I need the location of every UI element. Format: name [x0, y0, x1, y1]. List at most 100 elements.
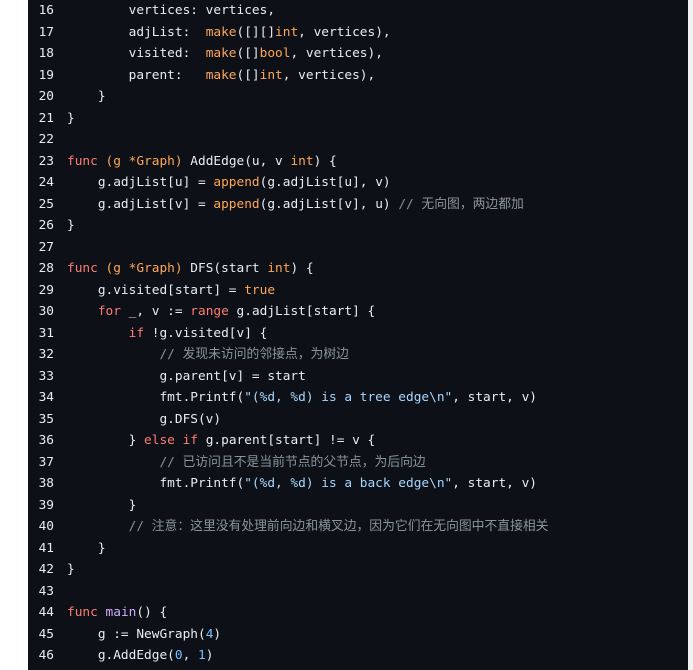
line-number: 34 [38, 390, 54, 405]
code-token: g.adjList[u] = [67, 175, 214, 190]
line-number: 17 [38, 24, 54, 40]
line-number: 30 [38, 304, 54, 319]
code-token: vertices: vertices, [67, 3, 276, 18]
code-line: 20 } [28, 86, 688, 108]
line-number: 31 [38, 325, 54, 341]
code-text: g.DFS(v) [67, 409, 221, 431]
code-token: } [67, 218, 75, 233]
code-text: // 注意：这里没有处理前向边和横叉边，因为它们在无向图中不直接相关 [67, 516, 549, 538]
code-line: 30 for _, v := range g.adjList[start] { [28, 301, 688, 323]
line-number: 44 [38, 605, 54, 620]
line-number: 40 [38, 519, 54, 534]
code-token: ) { [313, 153, 337, 169]
code-line: 27 [28, 237, 688, 259]
code-text: if !g.visited[v] { [67, 323, 268, 345]
line-number: 24 [38, 175, 54, 190]
code-token: ) [205, 648, 214, 663]
code-text: g := NewGraph(4) [67, 624, 221, 646]
code-token: // 注意：这里没有处理前向边和横叉边，因为它们在无向图中不直接相关 [128, 519, 549, 534]
code-token: if [182, 433, 199, 448]
code-token: ([][] [236, 24, 276, 40]
code-token: append [213, 196, 260, 212]
code-text: g.visited[start] = true [67, 280, 275, 302]
code-token: g.DFS(v) [67, 411, 222, 427]
code-token: range [190, 304, 229, 319]
code-line: 37 // 已访问且不是当前节点的父节点，为后向边 [28, 452, 688, 474]
code-token: , vertices), [282, 67, 376, 83]
code-text: parent: make([]int, vertices), [67, 65, 376, 87]
code-token: make [205, 67, 237, 83]
line-number: 38 [38, 476, 54, 491]
code-token: g.parent[v] = start [67, 368, 306, 384]
code-block: 16 vertices: vertices, 17 adjList: make([… [28, 0, 688, 670]
code-token: ([] [236, 67, 260, 83]
code-token: } [67, 562, 75, 577]
scrollbar-track[interactable] [688, 0, 693, 670]
code-line: 46 g.AddEdge(0, 1) [28, 645, 688, 667]
line-number: 22 [38, 132, 54, 147]
code-line: 40 // 注意：这里没有处理前向边和横叉边，因为它们在无向图中不直接相关 [28, 516, 688, 538]
code-text: func main() { [67, 602, 167, 624]
code-line: 42} [28, 559, 688, 581]
code-text: } [67, 86, 106, 108]
code-text: } else if g.parent[start] != v { [67, 430, 376, 452]
code-token: DFS(start [182, 261, 268, 276]
code-text: vertices: vertices, [67, 0, 275, 22]
line-number: 37 [38, 454, 54, 470]
line-number: 29 [38, 282, 54, 298]
code-text: g.adjList[v] = append(g.adjList[v], u) /… [67, 194, 524, 216]
code-token: "(%d, %d) is a tree edge\n" [244, 390, 453, 405]
code-token: , vertices), [290, 46, 383, 61]
code-line: 16 vertices: vertices, [28, 0, 688, 22]
line-number: 21 [38, 110, 54, 126]
code-token: g.visited[start] = [67, 282, 245, 298]
code-token: () { [136, 605, 168, 620]
code-token: main [105, 605, 137, 620]
code-token: int [267, 261, 291, 276]
code-text: // 已访问且不是当前节点的父节点，为后向边 [67, 452, 425, 474]
code-text: visited: make([]bool, vertices), [67, 43, 383, 65]
code-line: 29 g.visited[start] = true [28, 280, 688, 302]
code-line: 32 // 发现未访问的邻接点，为树边 [28, 344, 688, 366]
code-line: 38 fmt.Printf("(%d, %d) is a back edge\n… [28, 473, 688, 495]
code-token: fmt.Printf( [67, 476, 245, 491]
code-token: (g.adjList[u], v) [259, 175, 391, 190]
code-token: !g.visited[v] { [144, 325, 268, 341]
code-text: func (g *Graph) AddEdge(u, v int) { [67, 151, 337, 173]
line-number: 39 [38, 497, 54, 513]
code-text: } [67, 108, 75, 130]
line-number: 35 [38, 411, 54, 427]
code-token: , start, v) [452, 390, 537, 405]
code-token: (g *Graph) [105, 261, 183, 276]
line-number: 45 [38, 626, 54, 642]
code-token: g.adjList[v] = [67, 196, 214, 212]
code-token: g := NewGraph( [67, 626, 206, 642]
code-token: make [205, 46, 237, 61]
code-token: } [67, 540, 106, 556]
code-line: 45 g := NewGraph(4) [28, 624, 688, 646]
code-text: func (g *Graph) DFS(start int) { [67, 258, 314, 280]
code-line: 34 fmt.Printf("(%d, %d) is a tree edge\n… [28, 387, 688, 409]
code-token: int [290, 153, 314, 169]
code-text: } [67, 559, 75, 581]
code-token: func [67, 261, 98, 276]
code-token: } [67, 110, 75, 126]
code-token: else [144, 433, 175, 448]
line-number: 27 [38, 239, 54, 255]
line-number: 20 [38, 89, 54, 104]
code-line: 23 func (g *Graph) AddEdge(u, v int) { [28, 151, 688, 173]
line-number: 18 [38, 46, 54, 61]
line-number: 42 [38, 562, 54, 577]
code-token: (g.adjList[v], u) [259, 196, 399, 212]
code-token: , start, v) [452, 476, 537, 491]
code-text: } [67, 495, 137, 517]
code-text: for _, v := range g.adjList[start] { [67, 301, 375, 323]
code-token: } [67, 497, 137, 513]
code-token: 1 [198, 648, 206, 663]
